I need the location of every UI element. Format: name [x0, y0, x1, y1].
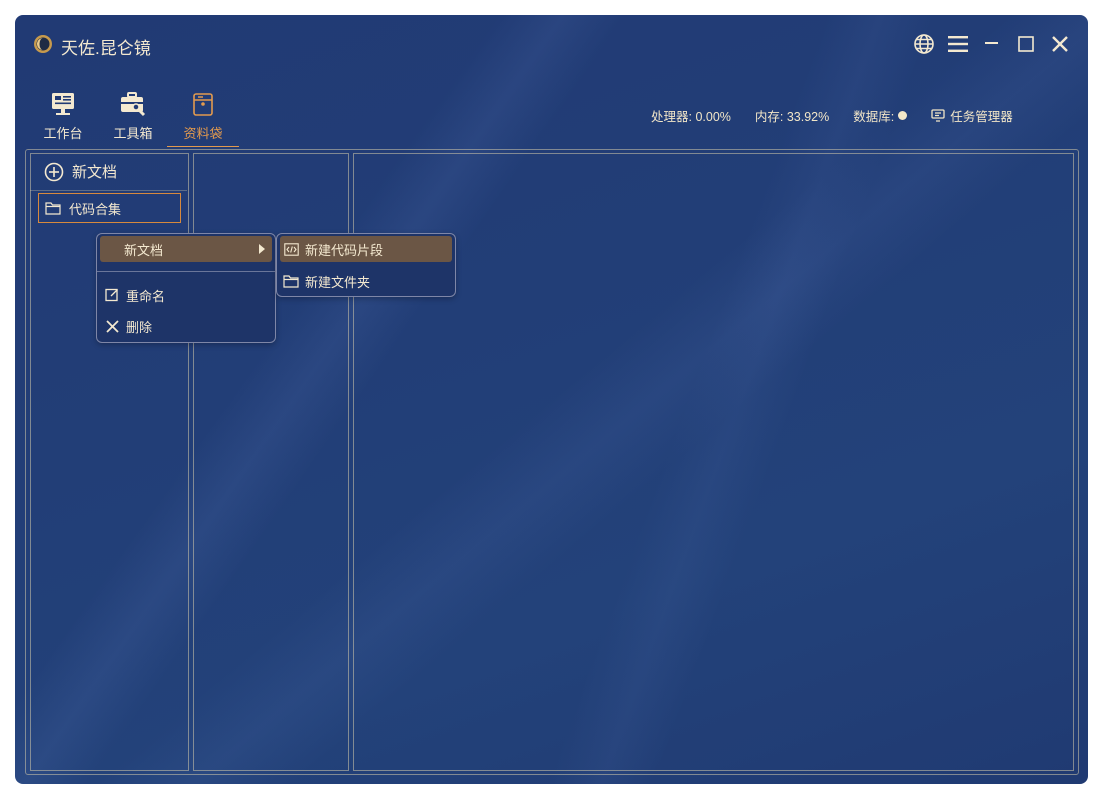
- folder-label: 代码合集: [69, 201, 122, 217]
- folder-item[interactable]: 代码合集: [38, 193, 181, 223]
- document-bag-icon: [175, 87, 231, 117]
- tool-workbench[interactable]: 工作台: [35, 87, 91, 142]
- window-controls: [912, 32, 1072, 56]
- close-window-icon[interactable]: [1048, 32, 1072, 56]
- cpu-status: 处理器: 0.00%: [651, 110, 731, 124]
- submenu: 新建代码片段 新建文件夹: [276, 233, 456, 297]
- main-toolbar: 工作台 工具箱 资料袋: [35, 87, 239, 147]
- add-circle-icon: [44, 162, 64, 181]
- context-menu: 新文档 重命名 删除: [96, 233, 276, 343]
- menu-icon[interactable]: [946, 32, 970, 56]
- toolbox-icon: [105, 87, 161, 117]
- close-icon: [104, 318, 120, 334]
- globe-icon[interactable]: [912, 32, 936, 56]
- menu-item-new-snippet-label: 新建代码片段: [305, 242, 384, 258]
- maximize-icon[interactable]: [1014, 32, 1038, 56]
- tool-document-bag-label: 资料袋: [183, 126, 223, 141]
- tool-document-bag[interactable]: 资料袋: [167, 87, 239, 147]
- code-icon: [283, 241, 299, 257]
- tool-toolbox-label: 工具箱: [113, 126, 153, 141]
- memory-status: 内存: 33.92%: [754, 110, 830, 124]
- task-manager-button[interactable]: 任务管理器: [931, 106, 1013, 125]
- monitor-icon: [931, 109, 945, 122]
- menu-item-rename-label: 重命名: [126, 288, 166, 304]
- tool-toolbox[interactable]: 工具箱: [105, 87, 161, 142]
- folder-icon: [45, 202, 61, 215]
- system-status: 处理器: 0.00% 内存: 33.92% 数据库: 任务管理器: [651, 106, 1013, 125]
- menu-item-new-snippet[interactable]: 新建代码片段: [280, 236, 452, 262]
- database-indicator: [898, 111, 908, 120]
- tool-workbench-label: 工作台: [43, 126, 83, 141]
- menu-separator: [97, 271, 275, 272]
- menu-item-new-doc-label: 新文档: [124, 242, 164, 258]
- menu-item-new-folder[interactable]: 新建文件夹: [280, 268, 452, 294]
- menu-item-new-doc[interactable]: 新文档: [100, 236, 272, 262]
- new-doc-button[interactable]: 新文档: [44, 161, 117, 182]
- folder-icon: [283, 273, 299, 289]
- database-label: 数据库:: [853, 110, 895, 124]
- app-title: 天佐.昆仑镜: [61, 39, 151, 58]
- menu-item-delete-label: 删除: [126, 319, 153, 335]
- database-status: 数据库:: [853, 106, 908, 125]
- divider: [30, 190, 187, 191]
- menu-item-new-folder-label: 新建文件夹: [305, 274, 371, 290]
- edit-icon: [104, 287, 120, 303]
- menu-item-rename[interactable]: 重命名: [100, 282, 272, 308]
- title-bar: 天佐.昆仑镜: [15, 15, 1088, 73]
- submenu-arrow-icon: [259, 244, 265, 254]
- task-manager-label: 任务管理器: [950, 110, 1013, 124]
- new-doc-label: 新文档: [72, 164, 118, 181]
- minimize-icon[interactable]: [980, 32, 1004, 56]
- menu-item-delete[interactable]: 删除: [100, 313, 272, 339]
- editor-pane: [353, 153, 1074, 771]
- app-logo-icon: [34, 35, 52, 53]
- app-window: 天佐.昆仑镜 工作台 工具箱 资料袋 处理器: 0.00% 内存: 33.92%…: [15, 15, 1088, 784]
- workbench-icon: [35, 87, 91, 117]
